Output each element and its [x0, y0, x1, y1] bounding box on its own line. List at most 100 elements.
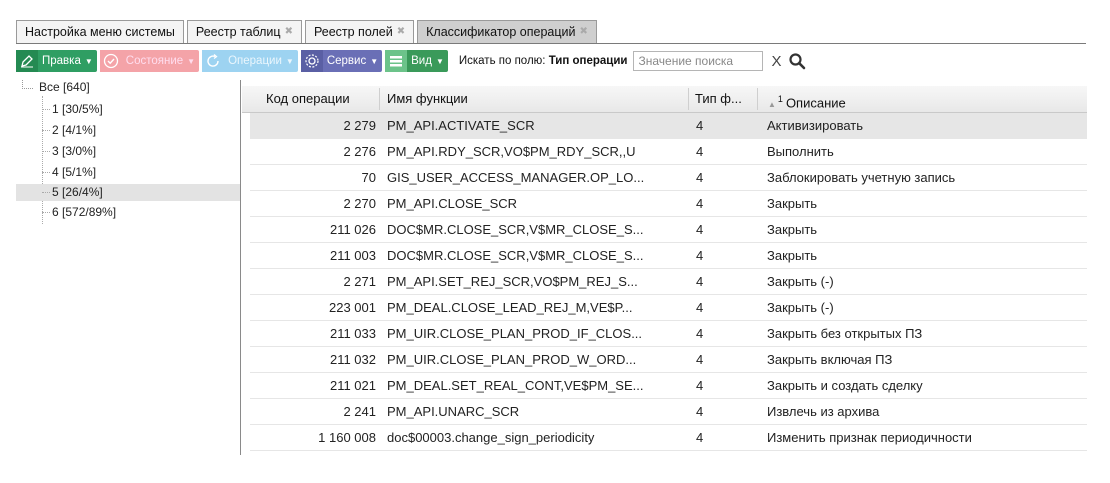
table-row[interactable]: 70 GIS_USER_ACCESS_MANAGER.OP_LO... 4 Забло… [250, 165, 1087, 191]
tree-connector [42, 151, 50, 152]
cell-function: PM_API.CLOSE_SCR [387, 196, 518, 211]
tree-item[interactable]: 2 [4/1%] [16, 122, 240, 139]
table-row[interactable]: 1 160 008 doc$00003.change_sign_periodici… [250, 425, 1087, 451]
cell-code: 2 276 [343, 144, 376, 159]
service-menu-button[interactable]: Сервис ▼ [300, 50, 383, 72]
search-input[interactable] [633, 51, 764, 71]
cell-description: Закрыть [767, 196, 818, 211]
tab-menu-settings[interactable]: Настройка меню системы [16, 20, 184, 43]
tree-connector [42, 192, 50, 193]
cell-type: 4 [696, 430, 704, 445]
table-row[interactable]: 211 026 DOC$MR.CLOSE_SCR,V$MR_CLOSE_S... 4… [250, 217, 1087, 243]
tree-item[interactable]: 3 [3/0%] [16, 143, 240, 160]
operations-menu-button[interactable]: Операции ▼ [202, 50, 298, 72]
edit-menu-button[interactable]: Правка ▼ [16, 50, 97, 72]
close-icon[interactable]: ✖ [580, 21, 588, 43]
tree-connector [42, 109, 50, 110]
tab-divider [16, 43, 1086, 44]
cell-function: DOC$MR.CLOSE_SCR,V$MR_CLOSE_S... [387, 248, 644, 263]
refresh-icon [202, 50, 225, 72]
table-row[interactable]: 2 270 PM_API.CLOSE_SCR 4 Закрыть [250, 191, 1087, 217]
table-row[interactable]: 211 032 PM_UIR.CLOSE_PLAN_PROD_W_ORD... 4 З… [250, 347, 1087, 373]
search-field-label: Искать по полю: Тип операции [459, 55, 628, 67]
tab-operation-classifier[interactable]: Классификатор операций ✖ [417, 20, 597, 43]
tree-connector [42, 172, 50, 173]
table-row[interactable]: 2 279 PM_API.ACTIVATE_SCR 4 Активизировать [250, 113, 1087, 139]
tree-connector [42, 212, 50, 213]
tree-item[interactable]: 6 [572/89%] [16, 204, 240, 221]
chevron-down-icon: ▼ [187, 56, 196, 66]
cell-type: 4 [696, 378, 704, 393]
service-menu-label: Сервис [326, 55, 367, 67]
state-menu-label: Состояние [125, 55, 184, 67]
sort-order-number: 1 [777, 94, 783, 104]
tree-item-label: 6 [572/89%] [52, 205, 117, 219]
cell-function: PM_API.UNARC_SCR [387, 404, 520, 419]
chevron-down-icon: ▼ [435, 56, 444, 66]
cell-function: PM_UIR.CLOSE_PLAN_PROD_W_ORD... [387, 352, 637, 367]
cell-function: PM_API.ACTIVATE_SCR [387, 118, 535, 133]
cell-function: PM_UIR.CLOSE_PLAN_PROD_IF_CLOS... [387, 326, 643, 341]
table-row[interactable]: 2 241 PM_API.UNARC_SCR 4 Извлечь из архива [250, 399, 1087, 425]
cell-type: 4 [696, 404, 704, 419]
close-icon[interactable]: ✖ [285, 21, 293, 43]
cell-description: Активизировать [767, 118, 864, 133]
cell-description: Изменить признак периодичности [767, 430, 972, 445]
category-tree: Все [640] 1 [30/5%] 2 [4/1%] 3 [3/0%] 4 … [16, 79, 241, 455]
cell-type: 4 [696, 170, 704, 185]
cell-function: doc$00003.change_sign_periodicity [387, 430, 595, 445]
tree-item-label: 3 [3/0%] [52, 144, 97, 158]
tab-field-registry[interactable]: Реестр полей ✖ [304, 20, 415, 43]
tab-label: Реестр полей [313, 25, 393, 39]
cell-type: 4 [696, 222, 704, 237]
grid-header: Код операции Имя функции Тип ф... ▲1 Опис… [242, 86, 1087, 113]
cell-type: 4 [696, 352, 704, 367]
column-separator[interactable] [379, 88, 380, 110]
cell-description: Извлечь из архива [767, 404, 880, 419]
table-row[interactable]: 211 021 PM_DEAL.SET_REAL_CONT,VE$PM_SE...… [250, 373, 1087, 399]
column-header-type[interactable]: Тип ф... [695, 86, 755, 112]
column-header-description[interactable]: ▲1 Описание [768, 86, 1068, 112]
search-field-name[interactable]: Тип операции [549, 55, 628, 67]
tab-label: Настройка меню системы [25, 25, 175, 39]
cell-function: PM_DEAL.CLOSE_LEAD_REJ_M,VE$P... [387, 300, 633, 315]
search-button[interactable] [788, 52, 806, 70]
cell-type: 4 [696, 274, 704, 289]
cell-type: 4 [696, 300, 704, 315]
table-row[interactable]: 2 276 PM_API.RDY_SCR,VO$PM_RDY_SCR,,U 4 Вып… [250, 139, 1087, 165]
tree-item-label: 2 [4/1%] [52, 123, 97, 137]
cell-function: PM_DEAL.SET_REAL_CONT,VE$PM_SE... [387, 378, 644, 393]
cell-code: 211 021 [329, 378, 376, 393]
close-icon[interactable]: ✖ [397, 21, 405, 43]
check-circle-icon [99, 50, 122, 72]
table-row[interactable]: 2 271 PM_API.SET_REJ_SCR,VO$PM_REJ_S... 4 З… [250, 269, 1087, 295]
cell-type: 4 [696, 196, 704, 211]
view-menu-button[interactable]: Вид ▼ [385, 50, 448, 72]
tree-root[interactable]: Все [640] [22, 79, 90, 94]
column-header-code[interactable]: Код операции [266, 86, 378, 112]
column-separator[interactable] [688, 88, 689, 110]
cell-type: 4 [696, 118, 704, 133]
tab-label: Реестр таблиц [195, 25, 281, 39]
toolbar: Правка ▼ Состояние ▼ Операции ▼ Сервис ▼… [16, 48, 806, 74]
cell-code: 70 [361, 170, 376, 185]
cell-code: 211 032 [329, 352, 376, 367]
view-menu-label: Вид [411, 55, 432, 67]
column-separator[interactable] [757, 88, 758, 110]
tree-item[interactable]: 4 [5/1%] [16, 164, 240, 181]
cell-type: 4 [696, 248, 704, 263]
state-menu-button[interactable]: Состояние ▼ [99, 50, 200, 72]
table-row[interactable]: 211 003 DOC$MR.CLOSE_SCR,V$MR_CLOSE_S... 4… [250, 243, 1087, 269]
tree-item[interactable]: 1 [30/5%] [16, 101, 240, 118]
cell-description: Закрыть и создать сделку [767, 378, 923, 393]
tab-table-registry[interactable]: Реестр таблиц ✖ [186, 20, 302, 43]
cell-description: Закрыть без открытых ПЗ [767, 326, 923, 341]
column-header-label: Описание [785, 95, 846, 111]
clear-search-button[interactable]: X [771, 53, 781, 70]
table-row[interactable]: 223 001 PM_DEAL.CLOSE_LEAD_REJ_M,VE$P... 4… [250, 295, 1087, 321]
tree-connector [22, 79, 33, 89]
table-row[interactable]: 211 033 PM_UIR.CLOSE_PLAN_PROD_IF_CLOS...… [250, 321, 1087, 347]
column-header-function[interactable]: Имя функции [387, 86, 687, 112]
tree-item[interactable]: 5 [26/4%] [16, 184, 240, 201]
cell-code: 2 270 [343, 196, 376, 211]
